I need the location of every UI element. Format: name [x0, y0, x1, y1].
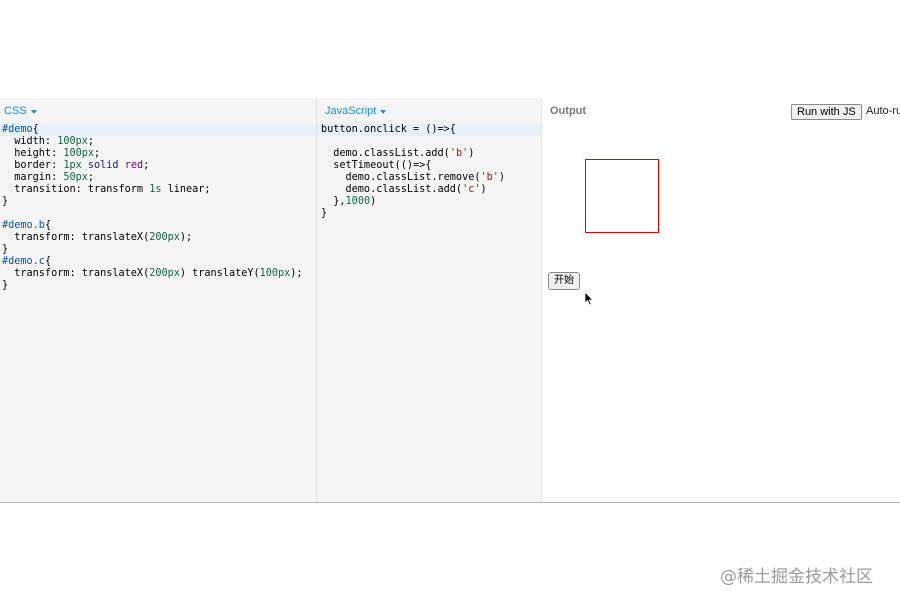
code-line: transition: transform 1s linear; — [0, 184, 316, 196]
code-token: 100px — [259, 268, 291, 279]
code-token: #demo — [2, 220, 33, 231]
code-token: } — [2, 196, 9, 207]
code-line: border: 1px solid red; — [0, 160, 316, 172]
code-line: transform: translateX(200px); — [0, 232, 316, 244]
code-line: demo.classList.add('c') — [317, 184, 541, 196]
code-token: 1px — [63, 160, 82, 171]
code-token: 'b' — [480, 172, 499, 183]
code-token: .c — [32, 256, 45, 267]
code-token: solid — [81, 160, 125, 171]
code-line: transform: translateX(200px) translateY(… — [0, 268, 316, 280]
code-token: ; — [87, 172, 95, 183]
code-token: #demo — [2, 256, 33, 267]
code-token: } — [321, 208, 328, 219]
code-token: ; — [87, 136, 95, 147]
code-token: 100px — [63, 148, 95, 159]
code-line: },1000) — [317, 196, 541, 208]
code-line: #demo.b{ — [0, 220, 316, 232]
code-token: { — [44, 256, 52, 267]
code-token: setTimeout(()=>{ — [321, 160, 432, 171]
code-token: linear; — [161, 184, 211, 195]
css-language-select[interactable]: CSS — [4, 105, 37, 117]
mouse-pointer-icon — [584, 291, 594, 306]
code-token: transform: translateX( — [2, 232, 150, 243]
start-button[interactable]: 开始 — [548, 272, 580, 290]
code-token: demo.classList.add( — [321, 148, 450, 159]
code-token: ) — [370, 196, 377, 207]
code-line: #demo{ — [0, 124, 316, 136]
code-line: setTimeout(()=>{ — [317, 160, 541, 172]
code-token: demo.classList.add( — [321, 184, 463, 195]
code-token: } — [2, 244, 9, 255]
code-token: .b — [32, 220, 45, 231]
code-line: } — [0, 196, 316, 208]
code-token: 200px — [149, 268, 180, 279]
code-token: demo.classList.remove( — [321, 172, 481, 183]
auto-run-js-toggle[interactable]: Auto-run JS — [866, 105, 900, 117]
code-token: { — [32, 124, 39, 135]
code-token: 100px — [57, 136, 88, 147]
code-token: 200px — [149, 232, 180, 243]
code-playground: CSS #demo{ width: 100px; height: 100px; … — [0, 98, 900, 503]
code-token: ; — [143, 160, 150, 171]
code-line: #demo.c{ — [0, 256, 316, 268]
code-line: height: 100px; — [0, 148, 316, 160]
code-token: ) translateY( — [179, 268, 260, 279]
code-token: width: — [2, 136, 58, 147]
js-panel-header: JavaScript — [317, 98, 541, 124]
code-token: height: — [2, 148, 64, 159]
output-panel-header: Output Run with JS Auto-run JS — [542, 98, 900, 124]
code-token: #demo — [2, 124, 33, 135]
js-language-select[interactable]: JavaScript — [325, 105, 387, 117]
caret-down-icon — [30, 109, 37, 114]
code-token: ; — [94, 148, 101, 159]
css-language-label: CSS — [4, 105, 27, 117]
code-line: } — [317, 208, 541, 220]
css-panel: CSS #demo{ width: 100px; height: 100px; … — [0, 98, 317, 502]
code-token: ) — [468, 148, 475, 159]
code-line: demo.classList.add('b') — [317, 148, 541, 160]
demo-box — [585, 159, 659, 233]
code-token: button.onclick = ()=>{ — [321, 124, 456, 135]
code-token: 'c' — [462, 184, 481, 195]
js-panel: JavaScript button.onclick = ()=>{ demo.c… — [317, 98, 542, 502]
code-line: demo.classList.remove('b') — [317, 172, 541, 184]
code-token: 1s — [149, 184, 162, 195]
code-token: 'b' — [449, 148, 469, 159]
code-token: }, — [321, 196, 346, 207]
js-language-label: JavaScript — [325, 105, 377, 117]
code-line: button.onclick = ()=>{ — [317, 124, 541, 136]
code-token: border: — [2, 160, 64, 171]
code-token: transition: transform — [2, 184, 150, 195]
output-panel: Output Run with JS Auto-run JS 开始 — [542, 98, 900, 502]
run-with-js-button[interactable]: Run with JS — [791, 104, 862, 120]
code-token: ); — [290, 268, 303, 279]
output-title: Output — [550, 105, 587, 117]
code-token: ) — [480, 184, 487, 195]
code-token: 1000 — [345, 196, 371, 207]
watermark: @稀土掘金技术社区 — [720, 567, 873, 587]
code-token: transform: translateX( — [2, 268, 150, 279]
code-line: margin: 50px; — [0, 172, 316, 184]
code-token: { — [44, 220, 52, 231]
css-panel-header: CSS — [0, 98, 316, 124]
js-code-editor[interactable]: button.onclick = ()=>{ demo.classList.ad… — [317, 124, 541, 220]
code-token: } — [2, 280, 9, 291]
code-token: ) — [498, 172, 506, 183]
code-line: } — [0, 280, 316, 292]
code-token: ); — [179, 232, 193, 243]
css-code-editor[interactable]: #demo{ width: 100px; height: 100px; bord… — [0, 124, 316, 292]
caret-down-icon — [380, 109, 387, 114]
code-token: red — [124, 160, 144, 171]
code-token: 50px — [63, 172, 88, 183]
code-line: width: 100px; — [0, 136, 316, 148]
code-line: } — [0, 244, 316, 256]
code-token: margin: — [2, 172, 64, 183]
